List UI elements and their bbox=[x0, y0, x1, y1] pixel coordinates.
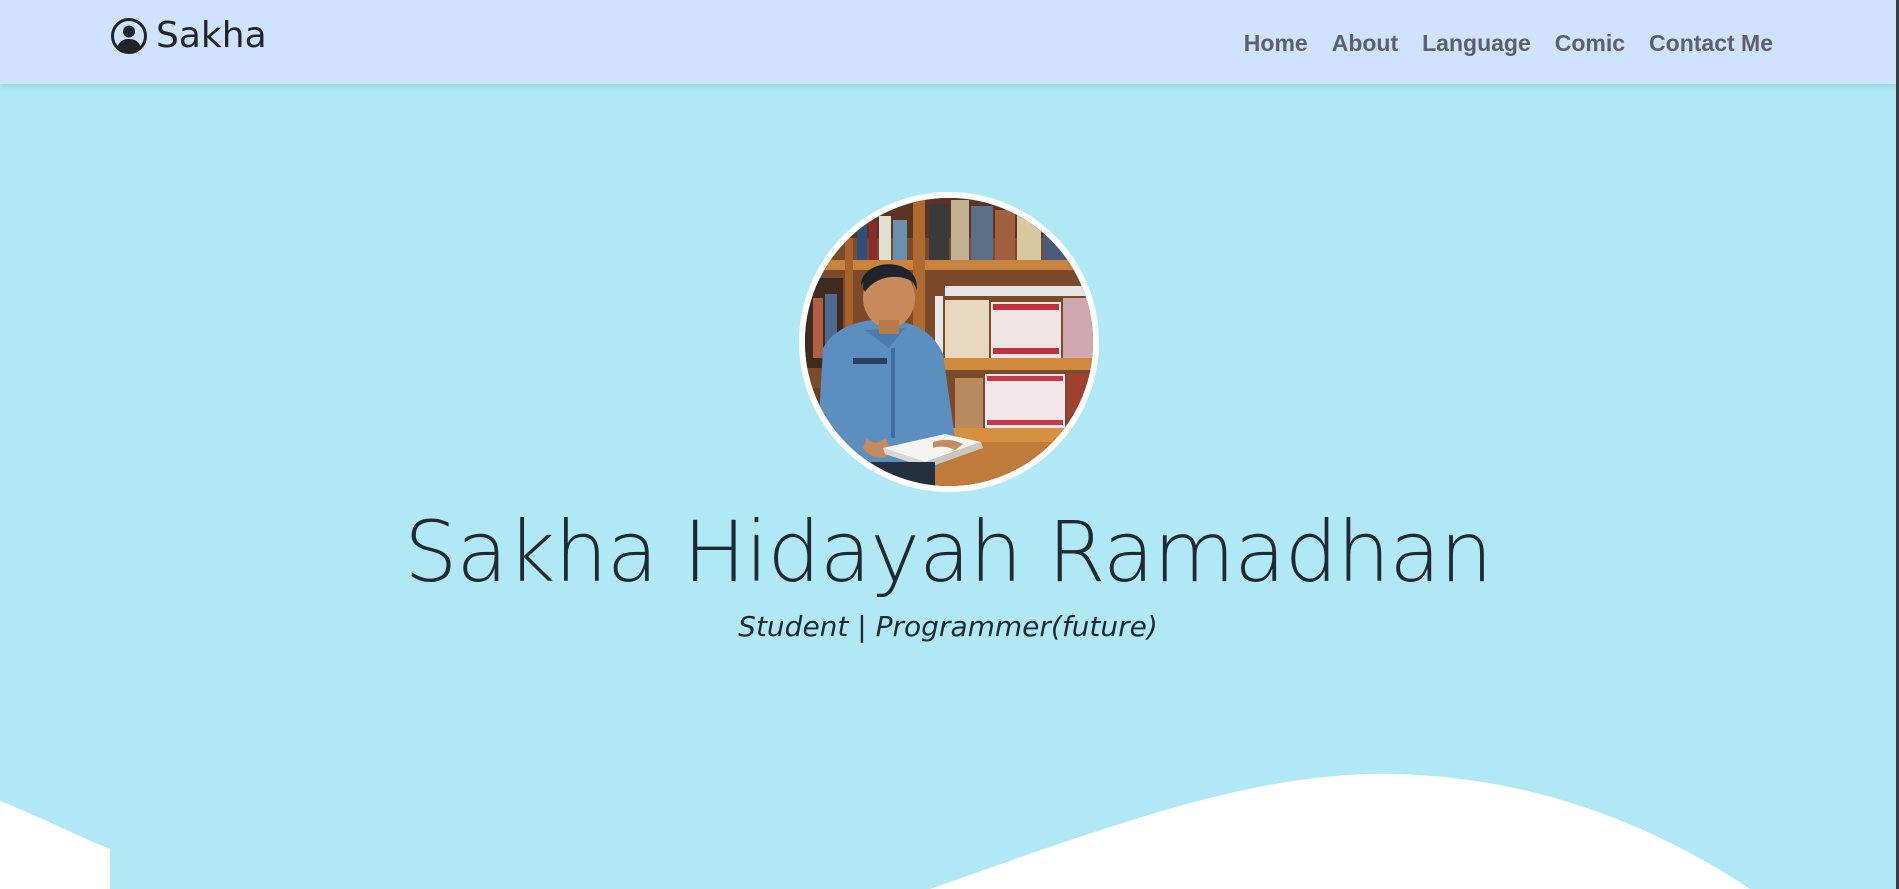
hero-subtitle: Student | Programmer(future) bbox=[738, 610, 1158, 643]
brand-name: Sakha bbox=[156, 15, 267, 56]
navbar: Sakha Home About Language Comic Contact … bbox=[0, 0, 1899, 84]
nav-link-about[interactable]: About bbox=[1332, 26, 1398, 60]
page: Sakha Home About Language Comic Contact … bbox=[0, 0, 1899, 889]
nav-link-comic[interactable]: Comic bbox=[1555, 26, 1625, 60]
hero-name: Sakha Hidayah Ramadhan bbox=[404, 503, 1493, 601]
person-circle-icon bbox=[110, 17, 148, 55]
wave-divider bbox=[0, 773, 1750, 889]
nav-link-home[interactable]: Home bbox=[1244, 26, 1308, 60]
nav-links: Home About Language Comic Contact Me bbox=[1244, 26, 1773, 60]
nav-link-language[interactable]: Language bbox=[1422, 26, 1531, 60]
profile-photo bbox=[799, 192, 1099, 492]
nav-link-contact-me[interactable]: Contact Me bbox=[1649, 26, 1773, 60]
brand-link[interactable]: Sakha bbox=[110, 16, 267, 56]
